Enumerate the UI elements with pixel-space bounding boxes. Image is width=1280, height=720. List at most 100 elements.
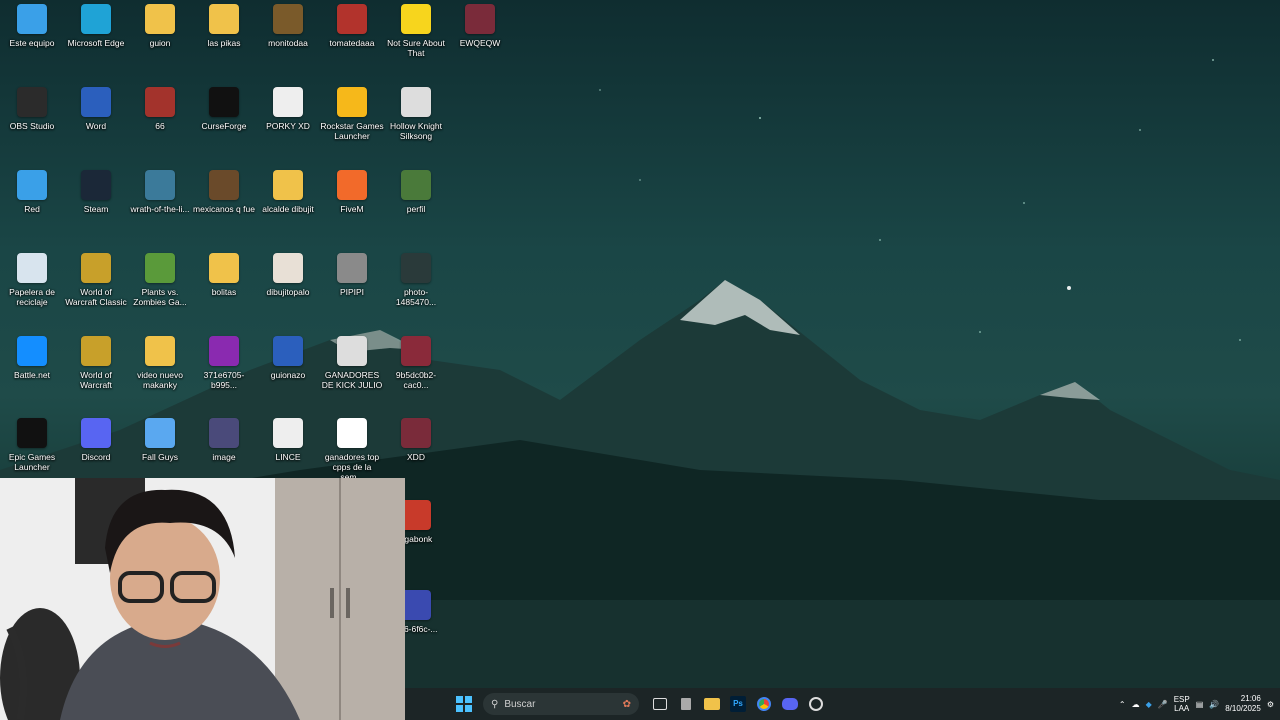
desktop-icon-3[interactable]: las pikas xyxy=(192,4,256,48)
volume-icon[interactable]: 🔊 xyxy=(1209,700,1219,709)
taskbar-app-obs[interactable] xyxy=(803,691,829,717)
desktop-icon-label: Papelera de reciclaje xyxy=(9,287,55,307)
windows-icon xyxy=(456,696,472,712)
desktop-icon-label: OBS Studio xyxy=(9,121,55,131)
desktop-icon-18[interactable]: mexicanos q fue xyxy=(192,170,256,214)
desktop-icon-41[interactable]: ganadores top cpps de la sem... xyxy=(320,418,384,482)
desktop-icon-label: alcalde dibujit xyxy=(262,204,314,214)
folder-icon xyxy=(704,698,720,710)
folder-icon xyxy=(209,253,239,283)
notification-icon[interactable]: ⚙ xyxy=(1267,700,1274,709)
language-indicator[interactable]: ESP LAA xyxy=(1174,695,1190,713)
desktop-icon-28[interactable]: photo-1485470... xyxy=(384,253,448,307)
chevron-up-icon[interactable]: ⌃ xyxy=(1119,700,1126,709)
desktop-icon-35[interactable]: 9b5dc0b2-cac0... xyxy=(384,336,448,390)
desktop-icon-31[interactable]: video nuevo makanky xyxy=(128,336,192,390)
desktop-icon-label: photo-1485470... xyxy=(395,287,437,307)
desktop-icon-10[interactable]: 66 xyxy=(128,87,192,131)
desktop-icon-6[interactable]: Not Sure About That xyxy=(384,4,448,58)
desktop-icon-5[interactable]: tomatedaaa xyxy=(320,4,384,48)
desktop-icon-8[interactable]: OBS Studio xyxy=(0,87,64,131)
obs-icon xyxy=(809,697,823,711)
desktop-icon-15[interactable]: Red xyxy=(0,170,64,214)
desktop-icon-16[interactable]: Steam xyxy=(64,170,128,214)
image-file-icon xyxy=(401,336,431,366)
discord-icon xyxy=(81,418,111,448)
desktop-icon-11[interactable]: CurseForge xyxy=(192,87,256,131)
desktop-icon-label: las pikas xyxy=(207,38,241,48)
desktop-icon-26[interactable]: dibujitopalo xyxy=(256,253,320,297)
network-icon[interactable]: ▤ xyxy=(1196,700,1204,709)
desktop-icon-27[interactable]: PIPIPI xyxy=(320,253,384,297)
desktop-icon-25[interactable]: bolitas xyxy=(192,253,256,297)
task-view-button[interactable] xyxy=(647,691,673,717)
desktop-icon-19[interactable]: alcalde dibujit xyxy=(256,170,320,214)
duck-icon xyxy=(401,4,431,34)
desktop-icon-24[interactable]: Plants vs. Zombies Ga... xyxy=(128,253,192,307)
video-file-icon xyxy=(273,87,303,117)
desktop-icon-40[interactable]: LINCE xyxy=(256,418,320,462)
desktop-icon-label: 371e6705-b995... xyxy=(203,370,245,390)
image-file-icon xyxy=(337,418,367,448)
taskbar: ⚲ Buscar ✿ Ps ⌃ ☁ ◆ 🎤 ESP LAA ▤ 🔊 21:06 … xyxy=(405,688,1280,720)
image-file-icon xyxy=(401,170,431,200)
desktop-icon-label: Rockstar Games Launcher xyxy=(320,121,384,141)
desktop-icon-17[interactable]: wrath-of-the-li... xyxy=(128,170,192,214)
onedrive-icon[interactable]: ☁ xyxy=(1132,700,1140,709)
desktop-icon-7[interactable]: EWQEQW xyxy=(448,4,512,48)
desktop-icon-label: guion xyxy=(149,38,171,48)
desktop-icon-2[interactable]: guion xyxy=(128,4,192,48)
taskbar-app-photoshop[interactable]: Ps xyxy=(725,691,751,717)
clock[interactable]: 21:06 8/10/2025 xyxy=(1225,694,1261,714)
folder-icon xyxy=(145,336,175,366)
system-tray: ⌃ ☁ ◆ 🎤 ESP LAA ▤ 🔊 21:06 8/10/2025 ⚙ xyxy=(1119,694,1280,714)
image-file-icon xyxy=(145,170,175,200)
desktop-icon-12[interactable]: PORKY XD xyxy=(256,87,320,131)
printer-icon xyxy=(681,698,691,710)
desktop-icon-32[interactable]: 371e6705-b995... xyxy=(192,336,256,390)
desktop-icon-4[interactable]: monitodaa xyxy=(256,4,320,48)
word-doc-icon xyxy=(273,336,303,366)
desktop-icon-29[interactable]: Battle.net xyxy=(0,336,64,380)
microphone-icon[interactable]: 🎤 xyxy=(1158,700,1168,709)
taskbar-app-printer[interactable] xyxy=(673,691,699,717)
taskbar-app-file-explorer[interactable] xyxy=(699,691,725,717)
desktop-icon-23[interactable]: World of Warcraft Classic xyxy=(64,253,128,307)
taskbar-app-discord[interactable] xyxy=(777,691,803,717)
desktop-icon-1[interactable]: Microsoft Edge xyxy=(64,4,128,48)
image-file-icon xyxy=(401,418,431,448)
desktop-icon-label: Fall Guys xyxy=(142,452,178,462)
desktop-icon-33[interactable]: guionazo xyxy=(256,336,320,380)
desktop-icon-37[interactable]: Discord xyxy=(64,418,128,462)
monitor-icon xyxy=(17,4,47,34)
desktop-icon-22[interactable]: Papelera de reciclaje xyxy=(0,253,64,307)
image-file-icon xyxy=(337,4,367,34)
start-button[interactable] xyxy=(451,691,477,717)
desktop-icon-14[interactable]: Hollow Knight Silksong xyxy=(384,87,448,141)
desktop-icon-39[interactable]: image xyxy=(192,418,256,462)
layout-code: LAA xyxy=(1174,704,1190,713)
desktop-icon-label: 9b5dc0b2-cac0... xyxy=(395,370,437,390)
desktop-icon-36[interactable]: Epic Games Launcher xyxy=(0,418,64,472)
desktop-icon-label: Epic Games Launcher xyxy=(8,452,56,472)
desktop-icon-label: Plants vs. Zombies Ga... xyxy=(133,287,187,307)
desktop-icon-20[interactable]: FiveM xyxy=(320,170,384,214)
folder-icon xyxy=(273,170,303,200)
desktop-icon-9[interactable]: Word xyxy=(64,87,128,131)
desktop-icon-21[interactable]: perfil xyxy=(384,170,448,214)
defender-icon[interactable]: ◆ xyxy=(1146,700,1152,709)
desktop-icon-34[interactable]: GANADORES DE KICK JULIO xyxy=(320,336,384,390)
taskbar-search[interactable]: ⚲ Buscar ✿ xyxy=(483,693,639,715)
desktop-icon-13[interactable]: Rockstar Games Launcher xyxy=(320,87,384,141)
edge-icon xyxy=(81,4,111,34)
taskbar-app-chrome[interactable] xyxy=(751,691,777,717)
obs-icon xyxy=(17,87,47,117)
desktop-icon-label: Hollow Knight Silksong xyxy=(390,121,442,141)
word-icon xyxy=(81,87,111,117)
desktop-icon-30[interactable]: World of Warcraft xyxy=(64,336,128,390)
desktop-icon-label: dibujitopalo xyxy=(266,287,310,297)
desktop-icon-42[interactable]: XDD xyxy=(384,418,448,462)
desktop-icon-0[interactable]: Este equipo xyxy=(0,4,64,48)
desktop-icon-38[interactable]: Fall Guys xyxy=(128,418,192,462)
desktop-icon-label: wrath-of-the-li... xyxy=(130,204,190,214)
